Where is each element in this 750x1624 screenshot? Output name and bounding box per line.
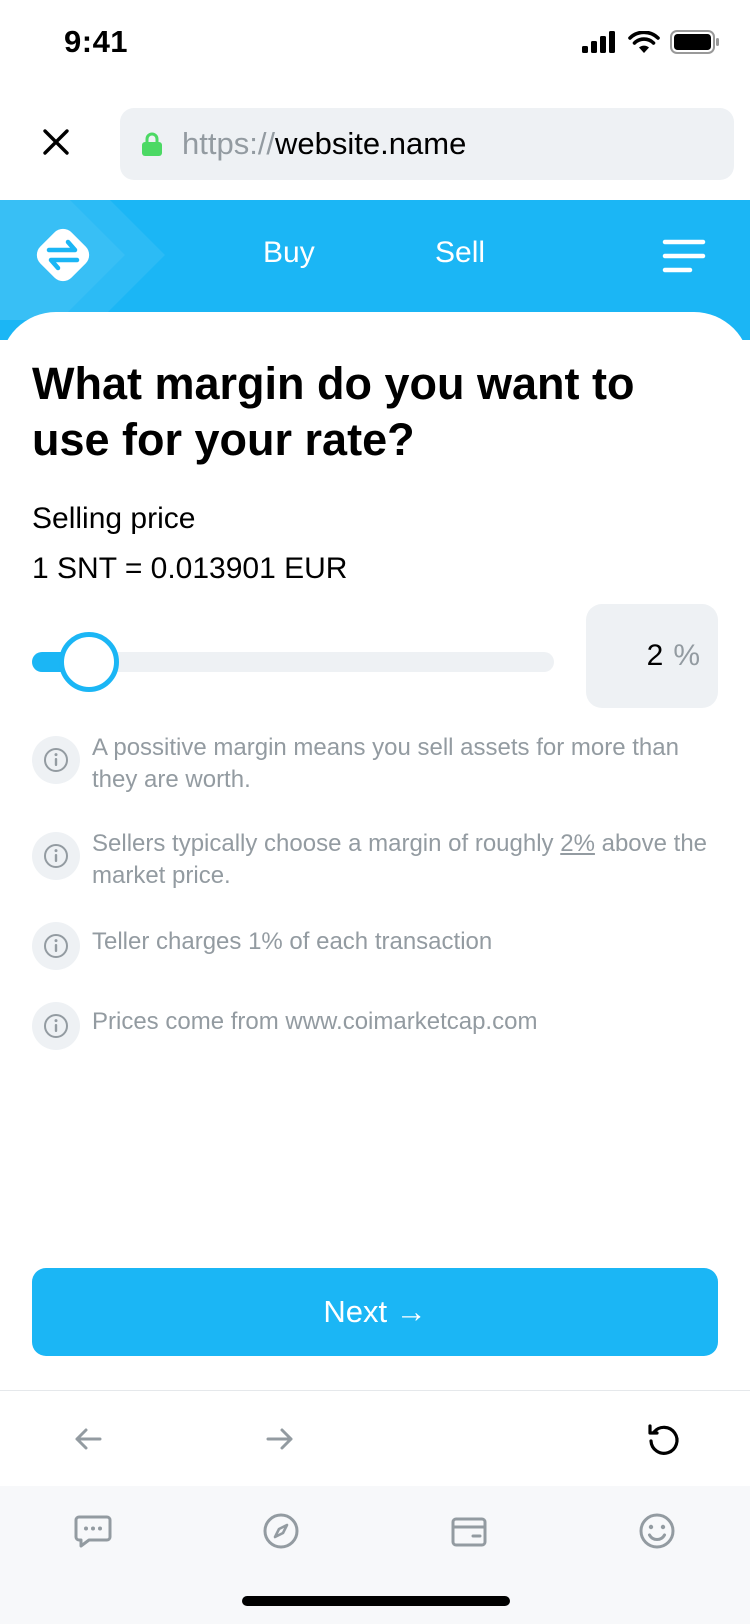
home-indicator	[242, 1596, 510, 1606]
margin-slider[interactable]	[32, 632, 554, 692]
selling-price-label: Selling price	[32, 502, 196, 535]
url-text: https://website.name	[182, 126, 466, 162]
info-text-part: Sellers typically choose a margin of rou…	[92, 830, 561, 857]
next-button[interactable]: Next →	[32, 1268, 718, 1356]
arrow-right-icon	[266, 1428, 293, 1450]
browser-address-row: https://website.name	[0, 104, 750, 180]
status-time: 9:41	[64, 24, 129, 59]
margin-value: 2	[646, 639, 664, 672]
status-bar: 9:41	[0, 0, 750, 92]
battery-icon	[670, 30, 719, 54]
menu-icon[interactable]	[662, 238, 706, 274]
browser-toolbar	[0, 1390, 750, 1484]
wifi-icon	[628, 31, 660, 53]
info-text: A possitive margin means you sell assets…	[92, 734, 679, 793]
tab-wallet[interactable]	[444, 1506, 494, 1556]
back-button[interactable]	[64, 1415, 112, 1463]
margin-input[interactable]: 2 %	[586, 604, 718, 708]
info-icon	[32, 922, 80, 970]
tab-profile[interactable]	[632, 1506, 682, 1556]
reload-icon	[648, 1424, 679, 1455]
chat-icon	[74, 1515, 112, 1548]
smiley-icon	[639, 1513, 675, 1549]
info-icon	[32, 736, 80, 784]
page-title: What margin do you want to use for your …	[32, 358, 635, 465]
logo-icon[interactable]	[30, 222, 96, 288]
info-icon	[32, 1002, 80, 1050]
cellular-signal-icon	[582, 31, 615, 53]
bottom-tab-bar	[0, 1486, 750, 1624]
info-text: Teller charges 1% of each transaction	[92, 928, 493, 955]
lock-icon	[142, 132, 162, 156]
info-text: Sellers typically choose a margin of rou…	[92, 828, 722, 892]
nav-sell-link[interactable]: Sell	[435, 236, 485, 270]
tab-browser[interactable]	[256, 1506, 306, 1556]
close-icon	[43, 129, 69, 155]
margin-unit: %	[673, 639, 700, 672]
wallet-icon	[451, 1517, 487, 1547]
slider-thumb[interactable]	[59, 632, 119, 692]
info-icon	[32, 832, 80, 880]
info-text: Prices come from www.coimarketcap.com	[92, 1008, 538, 1035]
close-button[interactable]	[32, 118, 80, 166]
forward-button[interactable]	[256, 1415, 304, 1463]
nav-buy-link[interactable]: Buy	[263, 236, 315, 270]
compass-icon	[263, 1513, 299, 1549]
reload-button[interactable]	[640, 1415, 688, 1463]
url-scheme: https://	[182, 126, 276, 161]
tab-chat[interactable]	[68, 1506, 118, 1556]
typical-margin-link[interactable]: 2%	[560, 830, 595, 857]
content-card: What margin do you want to use for your …	[0, 312, 750, 1390]
arrow-left-icon	[75, 1428, 102, 1450]
url-field[interactable]: https://website.name	[120, 108, 734, 180]
url-host: website.name	[275, 126, 467, 161]
status-icons	[582, 30, 720, 54]
selling-price-value: 1 SNT = 0.013901 EUR	[32, 552, 348, 585]
